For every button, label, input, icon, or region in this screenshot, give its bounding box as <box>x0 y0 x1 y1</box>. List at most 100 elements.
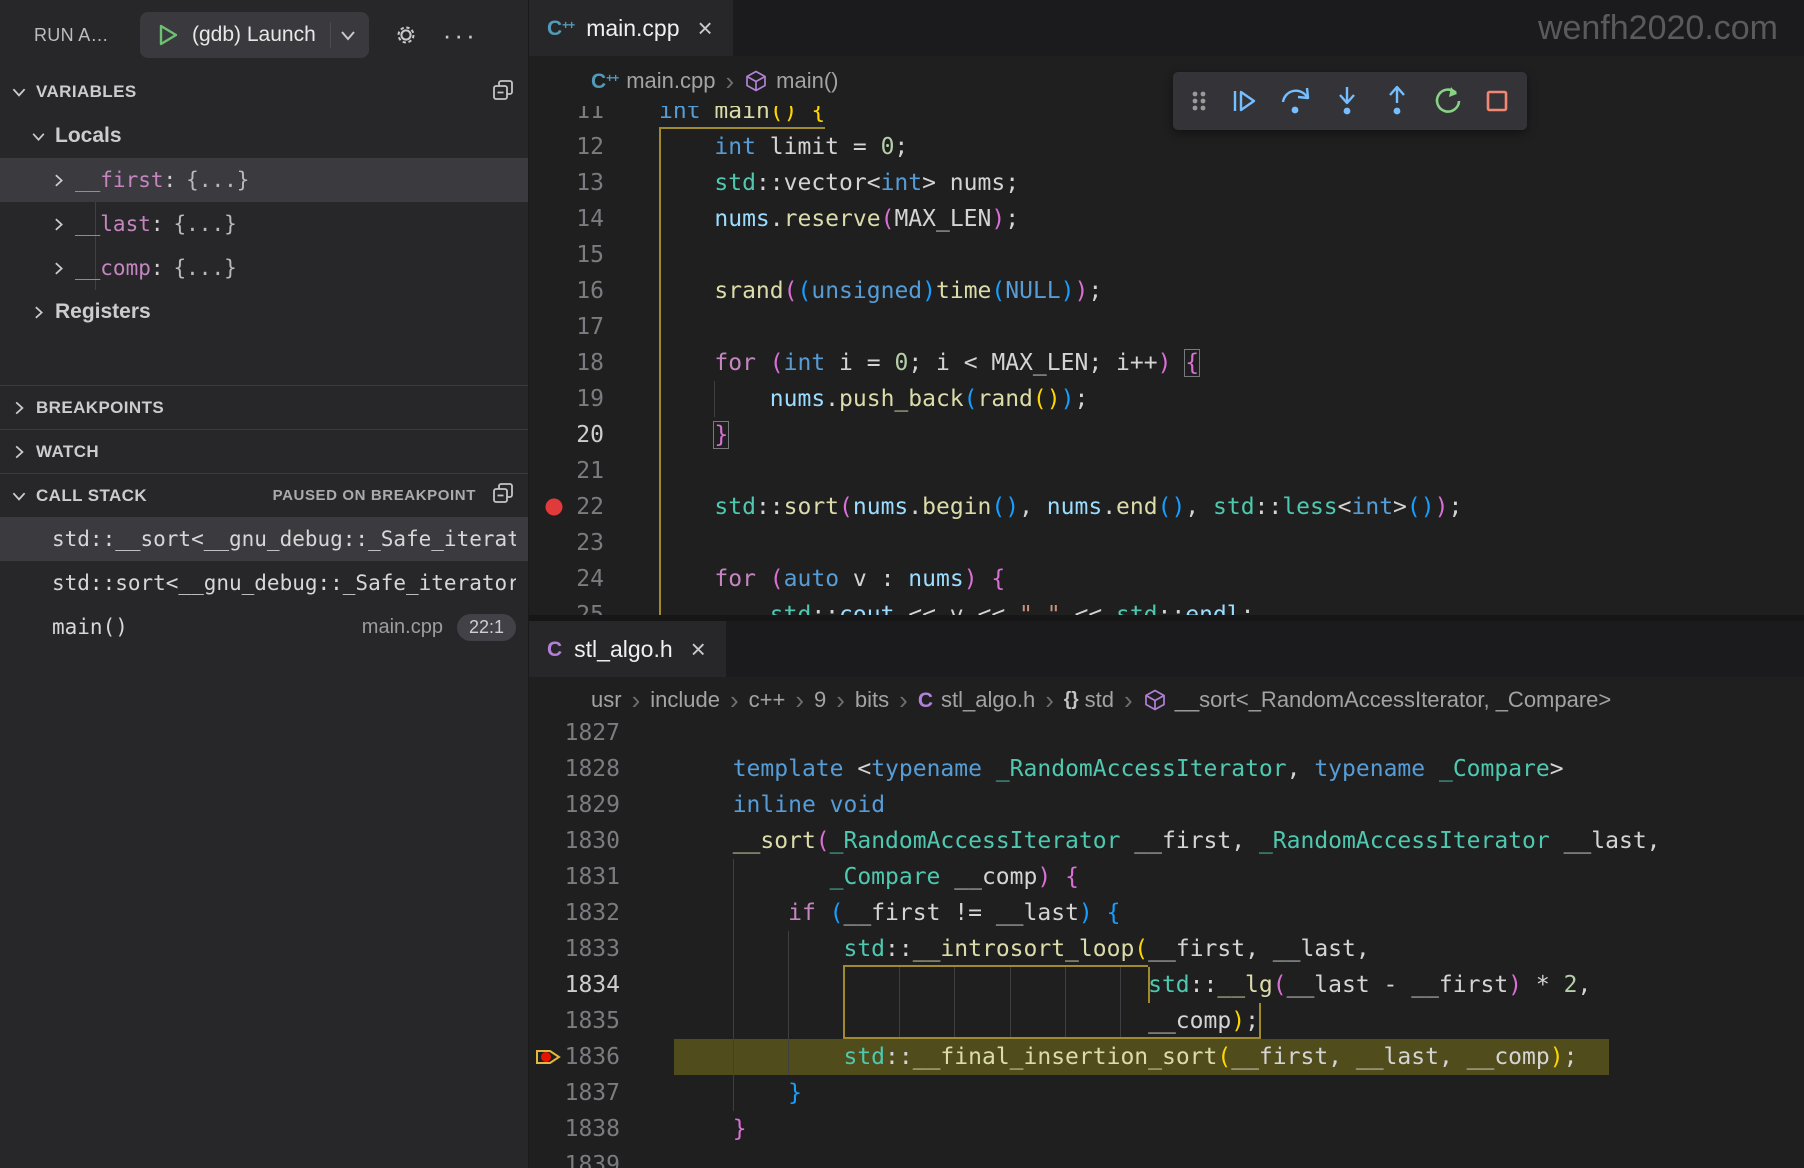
callstack-title: CALL STACK <box>36 486 147 506</box>
code-viewport-main[interactable]: 11int main() {12 int limit = 0;13 std::v… <box>529 106 1804 615</box>
code-text[interactable]: std::cout << v << " " << std::endl; <box>659 597 1254 615</box>
collapse-all-icon[interactable] <box>490 480 516 511</box>
start-debug-icon[interactable] <box>154 22 180 48</box>
code-text[interactable]: int limit = 0; <box>659 129 908 165</box>
line-number: 1827 <box>529 723 620 751</box>
code-text[interactable]: _Compare __comp) { <box>705 859 1079 895</box>
stack-frame-row[interactable]: main()main.cpp22:1 <box>0 605 528 649</box>
close-icon[interactable]: × <box>691 636 706 662</box>
code-text[interactable]: template <typename _RandomAccessIterator… <box>705 751 1564 787</box>
step-out-button[interactable] <box>1380 84 1414 118</box>
collapse-all-icon[interactable] <box>490 77 516 108</box>
code-text[interactable]: nums.reserve(MAX_LEN); <box>659 201 1019 237</box>
breadcrumb-label: stl_algo.h <box>941 687 1035 713</box>
breadcrumb-item[interactable]: bits <box>855 687 889 713</box>
line-number: 15 <box>529 237 604 273</box>
frame-name: std::sort<__gnu_debug::_Safe_iterator<__… <box>52 571 516 595</box>
breadcrumb-item[interactable]: {}std <box>1064 687 1114 713</box>
continue-button[interactable] <box>1227 84 1261 118</box>
code-text[interactable]: std::__introsort_loop(__first, __last, <box>705 931 1370 967</box>
line-number: 1837 <box>529 1075 620 1111</box>
breadcrumb-item[interactable]: include <box>650 687 720 713</box>
breadcrumb-label: main() <box>776 68 838 94</box>
chevron-down-icon[interactable] <box>337 24 359 46</box>
code-line: 14 nums.reserve(MAX_LEN); <box>529 201 1804 237</box>
variable-row[interactable]: __last:{...} <box>0 202 528 246</box>
code-viewport-stl[interactable]: 18271828 template <typename _RandomAcces… <box>529 723 1804 1168</box>
tabstrip-bottom: C stl_algo.h × <box>529 621 1804 677</box>
tabstrip-top: C++ main.cpp × wenfh2020.com <box>529 0 1804 56</box>
code-text[interactable]: __sort(_RandomAccessIterator __first, _R… <box>705 823 1661 859</box>
gear-icon[interactable] <box>391 20 421 50</box>
code-text[interactable]: std::__lg(__last - __first) * 2, <box>705 967 1591 1003</box>
step-over-button[interactable] <box>1278 84 1314 118</box>
breadcrumb-label: std <box>1085 687 1114 713</box>
close-icon[interactable]: × <box>698 15 713 41</box>
code-text[interactable]: std::sort(nums.begin(), nums.end(), std:… <box>659 489 1462 525</box>
breadcrumb-label: __sort<_RandomAccessIterator, _Compare> <box>1175 687 1612 713</box>
code-line: 16 srand((unsigned)time(NULL)); <box>529 273 1804 309</box>
line-number: 11 <box>529 106 604 129</box>
callstack-section-header[interactable]: CALL STACK PAUSED ON BREAKPOINT <box>0 473 528 517</box>
watermark-text: wenfh2020.com <box>1538 9 1778 48</box>
breadcrumb-separator: › <box>730 685 739 716</box>
breadcrumb-item[interactable]: Cstl_algo.h <box>918 687 1035 713</box>
code-line: 1835 __comp); <box>529 1003 1804 1039</box>
code-text[interactable]: std::vector<int> nums; <box>659 165 1019 201</box>
stack-frame-row[interactable]: std::__sort<__gnu_debug::_Safe_iterator<… <box>0 517 528 561</box>
tab-main-cpp[interactable]: C++ main.cpp × <box>529 0 733 56</box>
breadcrumb-item[interactable]: main() <box>744 68 838 94</box>
breadcrumb-item[interactable]: usr <box>591 687 622 713</box>
code-text[interactable]: int main() { <box>659 106 825 129</box>
code-line: 20 } <box>529 417 1804 453</box>
line-number: 24 <box>529 561 604 597</box>
stop-button[interactable] <box>1481 85 1513 117</box>
breadcrumb-item[interactable]: 9 <box>814 687 826 713</box>
code-text[interactable]: inline void <box>705 787 885 823</box>
code-text[interactable]: for (int i = 0; i < MAX_LEN; i++) { <box>659 345 1199 381</box>
breadcrumb-item[interactable]: c++ <box>749 687 786 713</box>
stack-frame-row[interactable]: std::sort<__gnu_debug::_Safe_iterator<__… <box>0 561 528 605</box>
code-text[interactable]: for (auto v : nums) { <box>659 561 1005 597</box>
launch-config-dropdown[interactable]: (gdb) Launch <box>140 12 369 58</box>
breadcrumb-item[interactable]: __sort<_RandomAccessIterator, _Compare> <box>1143 687 1612 713</box>
breadcrumb-separator: › <box>795 685 804 716</box>
variable-value: {...} <box>186 168 249 192</box>
code-line: 12 int limit = 0; <box>529 129 1804 165</box>
code-text[interactable]: if (__first != __last) { <box>705 895 1121 931</box>
line-number: 17 <box>529 309 604 345</box>
code-line: 19 nums.push_back(rand()); <box>529 381 1804 417</box>
code-text[interactable]: } <box>705 1111 747 1147</box>
breakpoints-title: BREAKPOINTS <box>36 398 164 418</box>
callstack-frames-list: std::__sort<__gnu_debug::_Safe_iterator<… <box>0 517 528 649</box>
breadcrumb: C++main.cpp›main() <box>529 56 1804 106</box>
drag-grip-icon[interactable] <box>1187 86 1211 116</box>
code-text[interactable]: std::__final_insertion_sort(__first, __l… <box>705 1039 1577 1075</box>
restart-button[interactable] <box>1431 84 1465 118</box>
chevron-right-icon <box>50 172 67 189</box>
variable-row[interactable]: __first:{...} <box>0 158 528 202</box>
chevron-down-icon <box>10 487 28 505</box>
variables-title: VARIABLES <box>36 82 137 102</box>
watch-section-header[interactable]: WATCH <box>0 429 528 473</box>
symbol-cube-icon <box>744 69 768 93</box>
code-text[interactable]: } <box>705 1075 802 1111</box>
tab-stl-algo-h[interactable]: C stl_algo.h × <box>529 621 726 677</box>
breadcrumb-item[interactable]: C++main.cpp <box>591 68 715 94</box>
code-text[interactable]: } <box>659 417 728 453</box>
registers-scope-row[interactable]: Registers <box>0 290 528 334</box>
step-into-button[interactable] <box>1330 84 1364 118</box>
breakpoints-section-header[interactable]: BREAKPOINTS <box>0 385 528 429</box>
line-number: 1838 <box>529 1111 620 1147</box>
line-number: 20 <box>529 417 604 453</box>
code-text[interactable]: srand((unsigned)time(NULL)); <box>659 273 1102 309</box>
more-actions-icon[interactable]: ··· <box>443 30 478 40</box>
chevron-right-icon <box>10 443 28 461</box>
variables-section-header[interactable]: VARIABLES <box>0 70 528 114</box>
code-text[interactable]: nums.push_back(rand()); <box>659 381 1088 417</box>
breadcrumb-separator: › <box>632 685 641 716</box>
locals-scope-row[interactable]: Locals <box>0 114 528 158</box>
variable-row[interactable]: __comp:{...} <box>0 246 528 290</box>
code-text[interactable]: __comp); <box>705 1003 1259 1039</box>
line-number: 1833 <box>529 931 620 967</box>
